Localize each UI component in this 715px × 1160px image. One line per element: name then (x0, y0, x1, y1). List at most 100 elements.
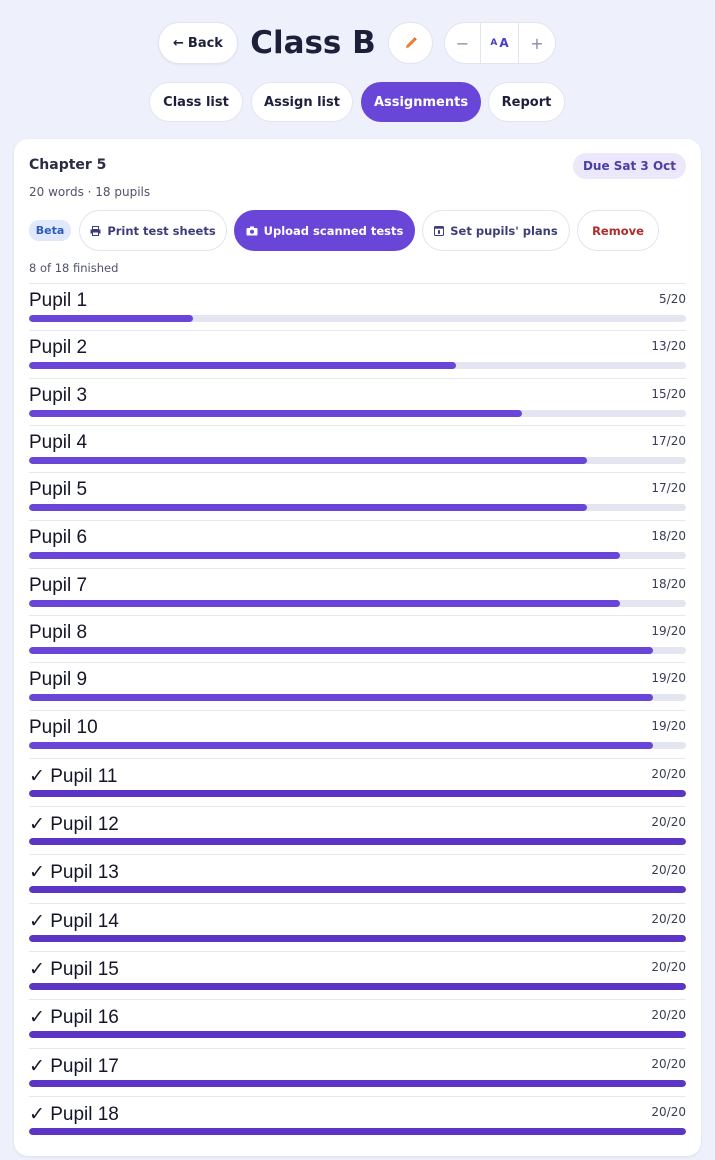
pupil-score: 19/20 (651, 719, 686, 733)
pupil-score: 17/20 (651, 481, 686, 495)
progress-fill (29, 935, 686, 942)
back-arrow-icon: ← (173, 35, 184, 51)
pupil-score: 20/20 (651, 960, 686, 974)
progress-track (29, 1128, 686, 1135)
header: ← Back Class B − A A + (0, 0, 715, 66)
pupil-name: ✓ Pupil 13 (29, 862, 119, 883)
assignment-title: Chapter 5 (29, 157, 107, 173)
print-label: Print test sheets (107, 223, 216, 238)
back-button[interactable]: ← Back (158, 22, 238, 64)
camera-icon (246, 226, 258, 235)
tab-class-list[interactable]: Class list (149, 82, 243, 122)
pupil-score: 20/20 (651, 1105, 686, 1119)
pupil-row[interactable]: Pupil 10 19/20 (29, 710, 686, 757)
progress-track (29, 983, 686, 990)
finished-count: 8 of 18 finished (29, 261, 119, 275)
tab-assign-list[interactable]: Assign list (251, 82, 353, 122)
pupil-row[interactable]: Pupil 4 17/20 (29, 425, 686, 472)
font-size-reset-button[interactable]: A A (481, 23, 519, 63)
pupil-name: ✓ Pupil 18 (29, 1104, 119, 1125)
progress-track (29, 410, 686, 417)
progress-fill (29, 315, 194, 322)
progress-fill (29, 410, 522, 417)
progress-fill (29, 552, 621, 559)
pupil-row[interactable]: ✓ Pupil 17 20/20 (29, 1048, 686, 1095)
font-size-increase-button[interactable]: + (519, 23, 555, 63)
pupil-row[interactable]: ✓ Pupil 11 20/20 (29, 758, 686, 805)
font-size-decrease-button[interactable]: − (445, 23, 481, 63)
progress-track (29, 315, 686, 322)
pupil-row[interactable]: ✓ Pupil 13 20/20 (29, 854, 686, 901)
pupil-row[interactable]: ✓ Pupil 16 20/20 (29, 999, 686, 1046)
small-a-icon: A (490, 38, 498, 48)
progress-track (29, 838, 686, 845)
pupil-score: 20/20 (651, 1057, 686, 1071)
pupil-row[interactable]: Pupil 5 17/20 (29, 472, 686, 519)
progress-fill (29, 742, 654, 749)
pupil-score: 15/20 (651, 387, 686, 401)
progress-fill (29, 886, 686, 893)
upload-label: Upload scanned tests (263, 223, 404, 238)
pupil-row[interactable]: Pupil 6 18/20 (29, 520, 686, 567)
upload-scanned-tests-button[interactable]: Upload scanned tests (234, 210, 415, 251)
big-a-icon: A (499, 36, 509, 50)
progress-fill (29, 838, 686, 845)
pupil-row[interactable]: ✓ Pupil 12 20/20 (29, 806, 686, 853)
pupil-score: 18/20 (651, 529, 686, 543)
progress-track (29, 886, 686, 893)
pupil-row[interactable]: Pupil 2 13/20 (29, 330, 686, 377)
progress-track (29, 742, 686, 749)
pupil-name: Pupil 6 (29, 527, 88, 548)
pupil-name: ✓ Pupil 15 (29, 959, 119, 980)
pupil-name: Pupil 2 (29, 337, 88, 358)
due-badge: Due Sat 3 Oct (572, 153, 686, 179)
pupil-row[interactable]: Pupil 8 19/20 (29, 615, 686, 662)
progress-fill (29, 504, 588, 511)
pupil-score: 20/20 (651, 912, 686, 926)
pupil-name: ✓ Pupil 14 (29, 911, 119, 932)
progress-fill (29, 457, 588, 464)
print-test-sheets-button[interactable]: Print test sheets (79, 210, 227, 251)
progress-fill (29, 1080, 686, 1087)
set-pupils-plans-button[interactable]: Set pupils' plans (422, 210, 570, 251)
pupil-name: Pupil 8 (29, 622, 88, 643)
progress-track (29, 457, 686, 464)
progress-track (29, 1080, 686, 1087)
back-label: Back (187, 35, 223, 51)
progress-fill (29, 1128, 686, 1135)
progress-track (29, 694, 686, 701)
edit-button[interactable] (388, 22, 433, 64)
tab-report[interactable]: Report (488, 82, 565, 122)
printer-icon (90, 225, 101, 236)
pupil-name: ✓ Pupil 17 (29, 1056, 119, 1077)
pupil-name: ✓ Pupil 16 (29, 1007, 119, 1028)
progress-fill (29, 600, 621, 607)
pupil-row[interactable]: ✓ Pupil 15 20/20 (29, 951, 686, 998)
pupil-row[interactable]: Pupil 9 19/20 (29, 662, 686, 709)
progress-fill (29, 362, 457, 369)
pupil-row[interactable]: Pupil 7 18/20 (29, 568, 686, 615)
pupil-name: Pupil 3 (29, 385, 88, 406)
tab-assignments[interactable]: Assignments (361, 82, 481, 122)
pupil-row[interactable]: Pupil 3 15/20 (29, 378, 686, 425)
progress-track (29, 1031, 686, 1038)
pupil-name: ✓ Pupil 11 (29, 766, 118, 787)
pupil-score: 17/20 (651, 434, 686, 448)
pupil-score: 20/20 (651, 1008, 686, 1022)
pupil-name: ✓ Pupil 12 (29, 814, 119, 835)
remove-button[interactable]: Remove (577, 210, 659, 251)
pupil-name: Pupil 7 (29, 575, 88, 596)
progress-track (29, 552, 686, 559)
pupil-score: 20/20 (651, 815, 686, 829)
progress-fill (29, 694, 654, 701)
pupil-row[interactable]: ✓ Pupil 14 20/20 (29, 903, 686, 950)
progress-track (29, 647, 686, 654)
progress-track (29, 600, 686, 607)
pupil-row[interactable]: ✓ Pupil 18 20/20 (29, 1096, 686, 1143)
progress-fill (29, 790, 686, 797)
pupil-row[interactable]: Pupil 1 5/20 (29, 283, 686, 330)
progress-track (29, 362, 686, 369)
plans-label: Set pupils' plans (450, 223, 558, 238)
font-size-control: − A A + (444, 22, 556, 64)
calendar-icon (434, 226, 445, 236)
